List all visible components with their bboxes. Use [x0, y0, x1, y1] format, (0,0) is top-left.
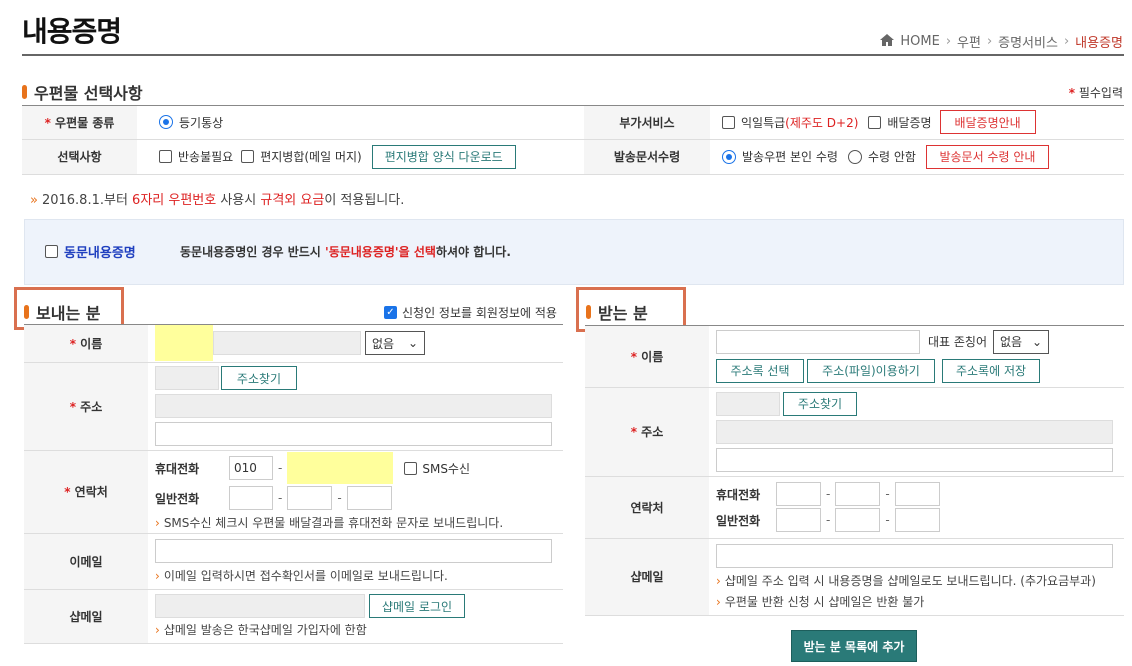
page-title: 내용증명	[22, 15, 122, 48]
receiver-shopmail-input[interactable]	[716, 543, 1113, 568]
receiver-heading: 받는 분	[586, 300, 648, 324]
joint-proof-box: 동문내용증명 동문내용증명인 경우 반드시 '동문내용증명'을 선택하셔야 합니…	[24, 219, 1124, 285]
receiver-find-address-button[interactable]: 주소찾기	[783, 391, 857, 416]
no-return-checkbox[interactable]	[159, 150, 172, 163]
breadcrumb-item[interactable]: 우편	[957, 32, 981, 51]
sender-phone-1[interactable]	[229, 486, 273, 510]
receiver-address-input[interactable]	[716, 419, 1113, 444]
chevron-right-icon: ›	[945, 34, 952, 49]
receiver-zipcode-input[interactable]	[716, 391, 780, 416]
sender-address-detail-input[interactable]	[155, 422, 552, 446]
joint-proof-message: 동문내용증명인 경우 반드시 '동문내용증명'을 선택하셔야 합니다.	[180, 245, 511, 259]
required-legend: * 필수입력	[1068, 86, 1123, 100]
shopmail-login-button[interactable]: 샵메일 로그인	[369, 594, 465, 618]
receiver-address-detail-input[interactable]	[716, 447, 1113, 472]
title-divider	[22, 54, 1124, 56]
delivery-proof-checkbox[interactable]	[868, 115, 882, 129]
receive-none-radio[interactable]	[847, 149, 862, 164]
delivery-proof-guide-button[interactable]: 배달증명안내	[939, 110, 1036, 135]
receive-self-radio[interactable]	[722, 149, 736, 164]
receiver-phone-3[interactable]	[894, 508, 940, 532]
postal-code-notice: » 2016.8.1.부터 6자리 우편번호 사용시 규격외 요금이 적용됩니다.	[30, 193, 405, 208]
mail-type-radio[interactable]	[159, 115, 173, 130]
addressbook-select-button[interactable]: 주소록 선택	[716, 358, 804, 383]
sender-name-input[interactable]	[213, 331, 361, 356]
sender-table: * 이름 없음 ⌄ * 주소 주소찾기 * 연락처 휴대전화 010 - SMS…	[24, 325, 563, 644]
chevron-down-icon: ⌄	[407, 336, 418, 351]
chevron-right-icon: ›	[1063, 34, 1070, 49]
sender-phone-2[interactable]	[287, 486, 333, 510]
addressbook-save-button[interactable]: 주소록에 저장	[942, 358, 1040, 383]
receiver-mobile-2[interactable]	[835, 482, 881, 506]
sender-name-masked	[155, 325, 213, 362]
sender-honorific-select[interactable]: 없음 ⌄	[365, 331, 425, 356]
mail-options-table: * 우편물 종류 등기통상 부가서비스 익일특급 (제주도 D+2) 배달증명 …	[22, 106, 1124, 175]
sender-mobile-prefix[interactable]: 010	[229, 456, 273, 480]
sender-phone-3[interactable]	[346, 486, 392, 510]
home-icon[interactable]	[880, 33, 895, 50]
section-heading-mail-options: 우편물 선택사항	[22, 80, 143, 104]
receiver-phone-2[interactable]	[835, 508, 881, 532]
mail-merge-download-button[interactable]: 편지병합 양식 다운로드	[371, 144, 516, 169]
receiver-honorific-select[interactable]: 없음 ⌄	[993, 329, 1050, 354]
sender-mobile-masked[interactable]	[287, 452, 394, 484]
sender-find-address-button[interactable]: 주소찾기	[221, 366, 297, 390]
joint-proof-checkbox[interactable]	[45, 245, 58, 258]
receiver-mobile-1[interactable]	[776, 482, 821, 506]
address-file-button[interactable]: 주소(파일)이용하기	[807, 358, 935, 383]
apply-member-info-checkbox[interactable]: ✓	[384, 306, 397, 319]
breadcrumb-item[interactable]: 증명서비스	[998, 32, 1058, 51]
doc-receive-guide-button[interactable]: 발송문서 수령 안내	[925, 144, 1049, 169]
sender-zipcode-input[interactable]	[155, 366, 219, 390]
sender-shopmail-input[interactable]	[155, 594, 365, 618]
breadcrumb-current: 내용증명	[1075, 36, 1123, 51]
sender-email-input[interactable]	[155, 538, 552, 563]
receiver-phone-1[interactable]	[776, 508, 821, 532]
receiver-table: * 이름 대표 존칭어 없음 ⌄ 주소록 선택 주소(파일)이용하기 주소록에 저…	[585, 326, 1124, 616]
add-receiver-button[interactable]: 받는 분 목록에 추가	[791, 630, 917, 662]
section-title: 우편물 선택사항	[34, 84, 143, 103]
sender-heading: 보내는 분	[24, 300, 100, 324]
receiver-mobile-3[interactable]	[894, 482, 940, 506]
chevron-down-icon: ⌄	[1031, 334, 1043, 349]
sender-address-input[interactable]	[155, 394, 552, 418]
breadcrumb: HOME › 우편 › 증명서비스 › 내용증명	[880, 32, 1123, 51]
section-marker	[22, 85, 27, 99]
express-checkbox[interactable]	[722, 115, 735, 129]
chevron-right-icon: ›	[986, 34, 993, 49]
mail-merge-checkbox[interactable]	[241, 150, 255, 163]
receiver-name-input[interactable]	[716, 329, 920, 354]
breadcrumb-home[interactable]: HOME	[900, 34, 939, 49]
sms-checkbox[interactable]	[404, 461, 418, 475]
